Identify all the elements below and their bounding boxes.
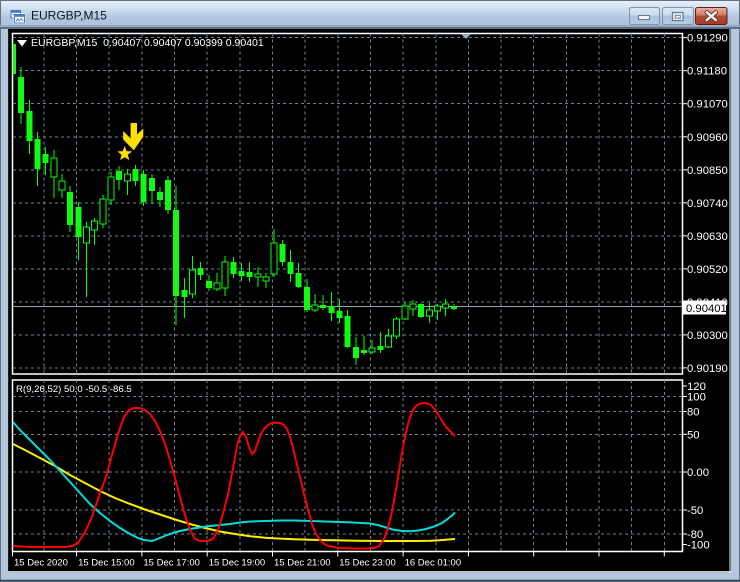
svg-text:0.90190: 0.90190 [687, 363, 728, 375]
svg-text:0.00: 0.00 [687, 467, 709, 479]
svg-text:0.90401: 0.90401 [686, 303, 727, 315]
svg-text:0.91290: 0.91290 [687, 33, 728, 45]
svg-text:0.91180: 0.91180 [687, 66, 727, 78]
svg-text:EURGBP,M15 0.90407 0.90407 0.: EURGBP,M15 0.90407 0.90407 0.90399 0.904… [31, 37, 264, 49]
svg-text:-100: -100 [687, 540, 710, 552]
svg-text:0.90300: 0.90300 [687, 330, 728, 342]
svg-text:15 Dec 17:00: 15 Dec 17:00 [143, 558, 200, 569]
svg-text:0.90630: 0.90630 [687, 231, 728, 243]
svg-text:16 Dec 01:00: 16 Dec 01:00 [405, 558, 462, 569]
svg-text:0.90740: 0.90740 [687, 198, 728, 210]
svg-text:100: 100 [687, 392, 706, 404]
svg-text:15 Dec 19:00: 15 Dec 19:00 [209, 558, 266, 569]
svg-text:R(9,26,52) 50.0 -50.5 -86.5: R(9,26,52) 50.0 -50.5 -86.5 [16, 384, 132, 395]
svg-text:EURGBP,M15: EURGBP,M15 [31, 9, 107, 23]
svg-text:50: 50 [687, 429, 700, 441]
svg-text:15 Dec 21:00: 15 Dec 21:00 [274, 558, 331, 569]
svg-text:15 Dec 15:00: 15 Dec 15:00 [78, 558, 135, 569]
svg-text:0.90520: 0.90520 [687, 264, 728, 276]
svg-text:-50: -50 [687, 505, 703, 517]
svg-text:0.90960: 0.90960 [687, 132, 728, 144]
svg-text:15 Dec 23:00: 15 Dec 23:00 [339, 558, 396, 569]
svg-text:15 Dec 2020: 15 Dec 2020 [14, 558, 68, 569]
svg-text:80: 80 [687, 407, 700, 419]
svg-text:0.90850: 0.90850 [687, 165, 728, 177]
svg-text:0.91070: 0.91070 [687, 99, 728, 111]
